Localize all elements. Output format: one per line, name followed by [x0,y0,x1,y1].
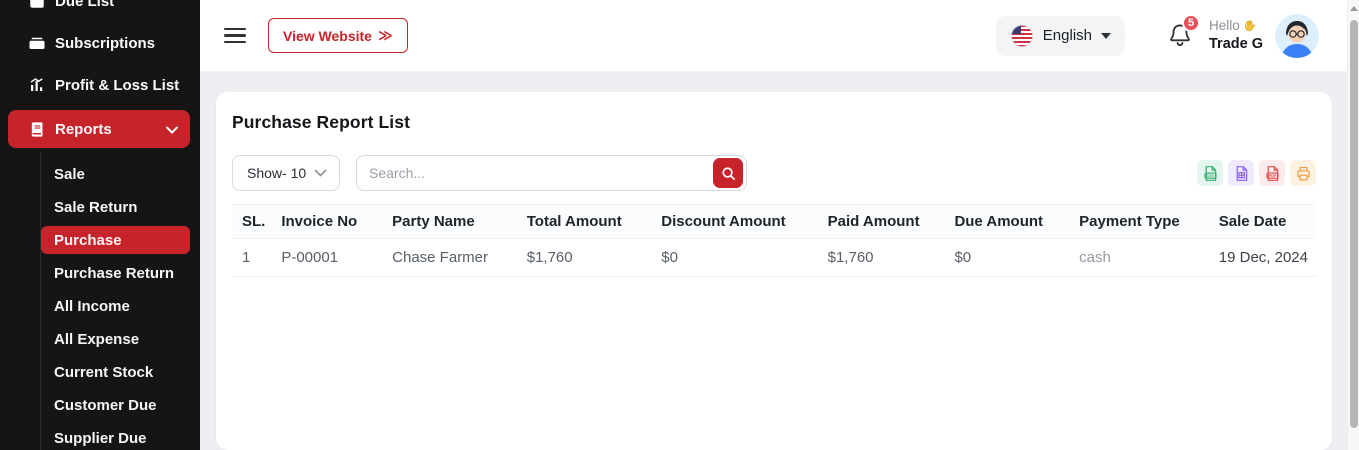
search-input[interactable] [369,165,713,181]
book-icon [28,120,46,138]
cell-due-amount: $0 [946,239,1071,277]
sidebar-item-label: Reports [55,121,112,138]
main-area: View Website ≫ [200,0,1347,450]
language-selector[interactable]: English [996,16,1125,56]
sidebar-item-reports[interactable]: Reports [8,110,190,148]
submenu-item-current-stock[interactable]: Current Stock [41,356,190,389]
search-button[interactable] [713,158,743,188]
csv-file-icon: CSV [1202,165,1219,182]
col-header-invoice-no: Invoice No [273,205,384,239]
submenu-item-sale-return[interactable]: Sale Return [41,191,190,224]
excel-file-icon [1233,165,1250,182]
bar-chart-icon [28,76,46,94]
submenu-item-purchase-return[interactable]: Purchase Return [41,257,190,290]
user-avatar[interactable] [1275,14,1319,58]
chevron-down-icon [314,169,327,178]
page-title: Purchase Report List [232,112,1316,133]
table-header-row: SL. Invoice No Party Name Total Amount D… [232,205,1316,239]
table-controls: Show- 10 [232,155,1316,191]
cell-paid-amount: $1,760 [820,239,947,277]
pdf-file-icon: PDF [1264,165,1281,182]
scrollbar-up-arrow[interactable] [1350,6,1358,11]
sidebar-item-profit-loss-list[interactable]: Profit & Loss List [0,64,200,106]
search-icon [721,166,736,181]
user-name: Trade G [1209,35,1263,54]
subscriptions-icon [28,34,46,52]
greeting-text: Hello [1209,17,1240,35]
show-entries-label: Show- 10 [247,165,306,181]
purchase-report-card: Purchase Report List Show- 10 [216,92,1332,450]
submenu-item-customer-due[interactable]: Customer Due [41,389,190,422]
cell-invoice-no: P-00001 [273,239,384,277]
table-row[interactable]: 1 P-00001 Chase Farmer $1,760 $0 $1,760 … [232,239,1316,277]
sidebar-item-due-list[interactable]: Due List [0,0,200,22]
scrollbar-thumb[interactable] [1350,20,1358,428]
svg-text:PDF: PDF [1268,173,1276,178]
submenu-item-sale[interactable]: Sale [41,158,190,191]
col-header-sl: SL. [232,205,273,239]
print-button[interactable] [1290,160,1316,186]
view-website-button[interactable]: View Website ≫ [268,18,408,53]
sidebar-item-label: Profit & Loss List [55,77,179,94]
notification-count-badge: 5 [1182,14,1200,32]
submenu-item-all-expense[interactable]: All Expense [41,323,190,356]
topbar: View Website ≫ [200,0,1347,72]
user-greeting: Hello Trade G [1209,17,1263,53]
submenu-item-all-income[interactable]: All Income [41,290,190,323]
cell-total-amount: $1,760 [519,239,654,277]
col-header-payment-type: Payment Type [1071,205,1211,239]
notifications-button[interactable]: 5 [1167,22,1193,50]
col-header-paid-amount: Paid Amount [820,205,947,239]
sidebar: Due List Subscriptions Profit & Loss Lis… [0,0,200,450]
cell-party-name: Chase Farmer [384,239,519,277]
caret-down-icon [1101,33,1111,39]
chevron-down-icon [166,121,178,138]
view-website-label: View Website [283,28,372,44]
language-label: English [1043,27,1092,44]
cell-sale-date: 19 Dec, 2024 [1211,239,1316,277]
show-entries-select[interactable]: Show- 10 [232,155,340,191]
search-field [356,155,747,191]
sidebar-item-subscriptions[interactable]: Subscriptions [0,22,200,64]
us-flag-icon [1010,24,1034,48]
content-area: Purchase Report List Show- 10 [200,72,1347,450]
cell-payment-type: cash [1071,239,1211,277]
export-buttons: CSV [1197,160,1316,186]
submenu-item-purchase[interactable]: Purchase [41,226,190,254]
sidebar-item-label: Subscriptions [55,35,155,52]
col-header-party-name: Party Name [384,205,519,239]
col-header-discount-amount: Discount Amount [653,205,819,239]
vertical-scrollbar[interactable] [1347,0,1359,450]
waving-hand-icon [1243,20,1256,33]
col-header-total-amount: Total Amount [519,205,654,239]
hamburger-menu-icon[interactable] [224,24,246,48]
submenu-item-supplier-due[interactable]: Supplier Due [41,422,190,450]
col-header-sale-date: Sale Date [1211,205,1316,239]
purchase-report-table: SL. Invoice No Party Name Total Amount D… [232,204,1316,277]
export-excel-button[interactable] [1228,160,1254,186]
printer-icon [1295,165,1312,182]
reports-submenu: Sale Sale Return Purchase Purchase Retur… [40,152,200,450]
svg-text:CSV: CSV [1206,173,1214,178]
col-header-due-amount: Due Amount [946,205,1071,239]
cell-sl: 1 [232,239,273,277]
sidebar-item-label: Due List [55,0,114,10]
double-chevron-right-icon: ≫ [378,27,393,44]
wallet-icon [28,0,46,10]
export-pdf-button[interactable]: PDF [1259,160,1285,186]
cell-discount-amount: $0 [653,239,819,277]
export-csv-button[interactable]: CSV [1197,160,1223,186]
